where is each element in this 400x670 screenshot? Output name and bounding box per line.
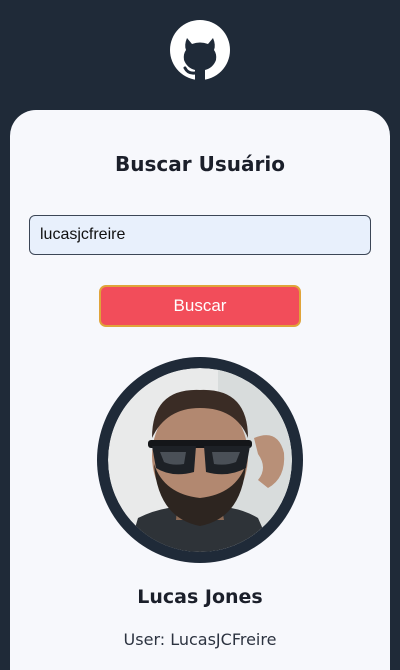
profile-username: User: LucasJCFreire — [123, 630, 277, 649]
profile-name: Lucas Jones — [137, 586, 263, 608]
user-avatar — [108, 368, 292, 552]
search-title: Buscar Usuário — [115, 152, 285, 176]
github-icon — [170, 20, 230, 80]
app-header — [0, 0, 400, 110]
search-card: Buscar Usuário Buscar — [10, 110, 390, 670]
search-input[interactable] — [29, 215, 371, 255]
search-button[interactable]: Buscar — [99, 285, 301, 327]
avatar — [97, 357, 303, 563]
